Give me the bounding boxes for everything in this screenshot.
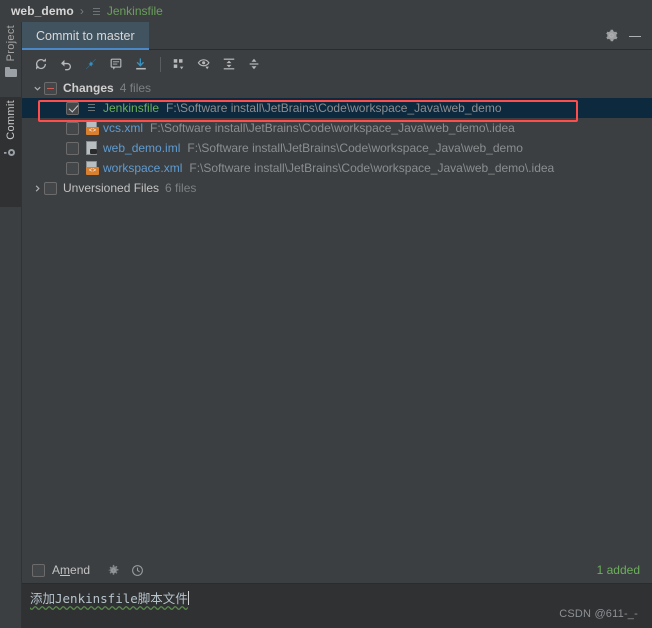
sidebar-item-commit-label: Commit bbox=[4, 100, 17, 140]
iml-file-icon bbox=[85, 141, 98, 156]
commit-history-icon[interactable] bbox=[128, 561, 146, 579]
folder-icon bbox=[4, 67, 17, 78]
changes-node-title: Changes bbox=[63, 81, 114, 95]
sidebar-item-commit[interactable]: Commit bbox=[0, 97, 21, 207]
collapse-all-icon[interactable] bbox=[243, 53, 265, 75]
shelve-silently-icon[interactable] bbox=[80, 53, 102, 75]
commit-options-bar: Amend 1 added bbox=[22, 557, 652, 583]
amend-label-pre: A bbox=[52, 563, 61, 577]
text-caret bbox=[187, 591, 189, 605]
script-file-icon bbox=[85, 101, 98, 116]
file-path: F:\Software install\JetBrains\Code\works… bbox=[166, 101, 502, 115]
changes-node-checkbox[interactable] bbox=[44, 81, 57, 95]
commit-tab-bar: Commit to master bbox=[22, 21, 652, 50]
file-path: F:\Software install\JetBrains\Code\works… bbox=[150, 121, 515, 135]
tab-commit-to-master[interactable]: Commit to master bbox=[22, 21, 149, 50]
file-name: Jenkinsfile bbox=[103, 101, 160, 115]
breadcrumb: web_demo › Jenkinsfile bbox=[0, 0, 652, 22]
toolbar-separator bbox=[160, 56, 161, 72]
unversioned-node-title: Unversioned Files bbox=[63, 181, 160, 195]
tree-node-changes[interactable]: Changes 4 files bbox=[22, 78, 652, 98]
rollback-icon[interactable] bbox=[55, 53, 77, 75]
unversioned-node-count: 6 files bbox=[165, 181, 197, 195]
amend-checkbox[interactable] bbox=[32, 563, 45, 577]
script-file-icon bbox=[90, 5, 103, 18]
amend-label-post: end bbox=[70, 563, 91, 577]
file-checkbox[interactable] bbox=[66, 161, 79, 175]
commit-message-value: 添加Jenkinsfile脚本文件 bbox=[30, 591, 188, 606]
changes-node-count: 4 files bbox=[119, 81, 152, 95]
ide-commit-window: web_demo › Jenkinsfile Project Commit Co… bbox=[0, 0, 652, 628]
watermark: CSDN @611-_- bbox=[559, 608, 638, 620]
group-by-icon[interactable] bbox=[168, 53, 190, 75]
commit-toolbar bbox=[22, 50, 652, 78]
tab-commit-to-master-label: Commit to master bbox=[36, 28, 135, 43]
sidebar-item-project-label: Project bbox=[4, 25, 17, 62]
update-project-icon[interactable] bbox=[130, 53, 152, 75]
table-row[interactable]: vcs.xml F:\Software install\JetBrains\Co… bbox=[22, 118, 652, 138]
file-name: vcs.xml bbox=[103, 121, 143, 135]
refresh-changes-icon[interactable] bbox=[30, 53, 52, 75]
status-badge: 1 added bbox=[596, 563, 640, 577]
tool-window-strip: Project Commit bbox=[0, 22, 22, 628]
table-row[interactable]: Jenkinsfile F:\Software install\JetBrain… bbox=[22, 98, 652, 118]
table-row[interactable]: web_demo.iml F:\Software install\JetBrai… bbox=[22, 138, 652, 158]
show-diff-preview-icon[interactable] bbox=[105, 53, 127, 75]
xml-file-icon bbox=[85, 161, 98, 176]
table-row[interactable]: workspace.xml F:\Software install\JetBra… bbox=[22, 158, 652, 178]
xml-file-icon bbox=[85, 121, 98, 136]
file-name: web_demo.iml bbox=[103, 141, 181, 155]
sidebar-item-project[interactable]: Project bbox=[0, 22, 21, 94]
preview-diff-icon[interactable] bbox=[193, 53, 215, 75]
minimize-icon[interactable] bbox=[629, 30, 641, 42]
chevron-right-icon[interactable] bbox=[30, 184, 44, 193]
amend-label-accel: m bbox=[60, 563, 71, 577]
tab-bar-actions bbox=[605, 29, 652, 42]
gear-icon[interactable] bbox=[605, 29, 618, 42]
file-checkbox[interactable] bbox=[66, 121, 79, 135]
unversioned-node-checkbox[interactable] bbox=[44, 181, 57, 195]
file-name: workspace.xml bbox=[103, 161, 183, 175]
commit-options-gear-icon[interactable] bbox=[104, 561, 122, 579]
breadcrumb-separator: › bbox=[79, 4, 84, 18]
tree-node-unversioned-files[interactable]: Unversioned Files 6 files bbox=[22, 178, 652, 198]
amend-label[interactable]: Amend bbox=[52, 563, 90, 577]
commit-message-text[interactable]: 添加Jenkinsfile脚本文件 bbox=[30, 588, 189, 607]
commit-icon bbox=[4, 148, 18, 159]
breadcrumb-project[interactable]: web_demo bbox=[11, 4, 74, 18]
breadcrumb-file[interactable]: Jenkinsfile bbox=[107, 4, 163, 18]
expand-all-icon[interactable] bbox=[218, 53, 240, 75]
file-checkbox[interactable] bbox=[66, 101, 79, 115]
chevron-down-icon[interactable] bbox=[30, 84, 44, 93]
file-path: F:\Software install\JetBrains\Code\works… bbox=[187, 141, 523, 155]
changes-tree[interactable]: Changes 4 files Jenkinsfile F:\Software … bbox=[22, 78, 652, 555]
file-checkbox[interactable] bbox=[66, 141, 79, 155]
commit-message-editor[interactable]: 添加Jenkinsfile脚本文件 CSDN @611-_- bbox=[22, 583, 652, 628]
file-path: F:\Software install\JetBrains\Code\works… bbox=[189, 161, 555, 175]
